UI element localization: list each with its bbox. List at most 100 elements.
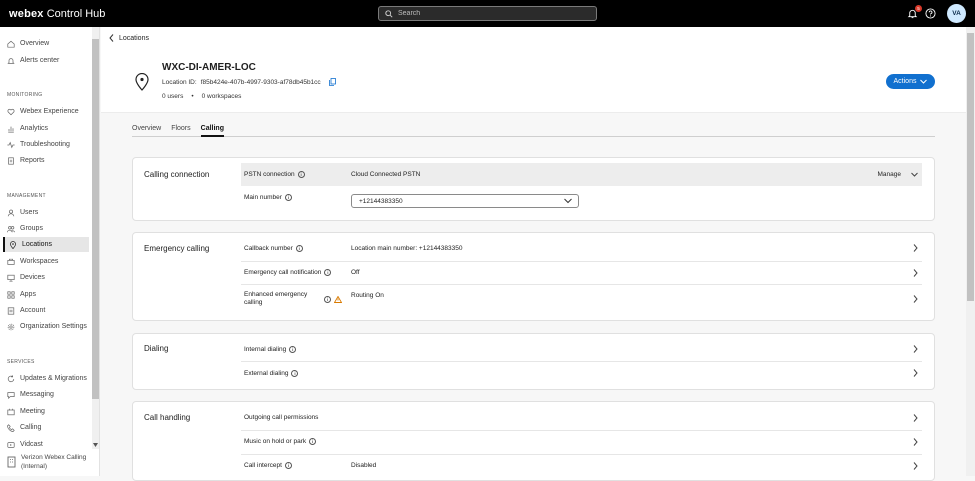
chevron-left-icon	[109, 34, 114, 42]
location-counts: 0 users • 0 workspaces	[162, 93, 241, 100]
sidebar-item-organization-settings[interactable]: Organization Settings	[3, 319, 89, 334]
info-icon[interactable]: i	[324, 295, 331, 303]
breadcrumb-locations[interactable]: Locations	[119, 35, 149, 42]
chevron-down-icon[interactable]	[911, 172, 918, 177]
tab-floors[interactable]: Floors	[171, 125, 190, 137]
sidebar-item-calling[interactable]: Calling	[3, 420, 89, 435]
sidebar-item-workspaces[interactable]: Workspaces	[3, 254, 89, 269]
notification-badge: 5	[915, 5, 922, 12]
callback-number-row[interactable]: Callback number i Location main number: +…	[241, 237, 922, 259]
pstn-connection-row[interactable]: PSTN connection i Cloud Connected PSTN Ma…	[241, 163, 922, 186]
info-icon[interactable]: i	[284, 193, 292, 201]
home-icon	[7, 40, 15, 48]
sidebar-scrollbar[interactable]	[92, 27, 99, 449]
report-icon	[8, 156, 14, 165]
main-number-select[interactable]: +12144383350	[351, 194, 579, 208]
info-icon[interactable]: i	[291, 369, 299, 377]
info-icon[interactable]: i	[295, 244, 303, 252]
chevron-down-icon	[920, 79, 928, 84]
sidebar-item-reports[interactable]: Reports	[3, 153, 89, 168]
enhanced-emergency-row[interactable]: Enhanced emergency calling i Routing On	[241, 285, 922, 313]
info-icon[interactable]: i	[284, 462, 292, 469]
callback-value: Location main number: +12144383350	[351, 244, 463, 252]
dialing-card: Dialing Internal dialing i External diali…	[132, 333, 935, 390]
phone-icon	[7, 423, 15, 432]
sidebar-item-vidcast[interactable]: Vidcast	[3, 437, 89, 452]
page-title: WXC-DI-AMER-LOC	[162, 62, 256, 73]
location-header: Locations WXC-DI-AMER-LOC Location ID: f…	[101, 27, 966, 113]
copy-icon[interactable]	[328, 78, 336, 86]
avatar[interactable]: VA	[947, 4, 966, 23]
sidebar-item-meeting[interactable]: Meeting	[3, 404, 89, 419]
chevron-right-icon	[913, 244, 918, 252]
org-footer[interactable]: Verizon Webex Calling (Internal)	[7, 453, 86, 471]
sidebar-item-updates-migrations[interactable]: Updates & Migrations	[3, 371, 89, 386]
sidebar-item-account[interactable]: Account	[3, 303, 89, 318]
chevron-right-icon	[913, 413, 918, 422]
tab-overview[interactable]: Overview	[132, 125, 161, 137]
chevron-right-icon	[913, 268, 918, 277]
manage-link[interactable]: Manage	[878, 171, 902, 178]
warning-icon	[334, 295, 342, 303]
internal-dialing-row[interactable]: Internal dialing i	[241, 337, 922, 361]
building-icon	[7, 456, 16, 468]
info-icon[interactable]: i	[324, 269, 332, 276]
section-title-services: SERVICES	[7, 359, 35, 365]
sidebar-item-apps[interactable]: Apps	[3, 287, 89, 302]
row-label: External dialing	[244, 369, 289, 377]
music-on-hold-row[interactable]: Music on hold or park i	[241, 430, 922, 453]
page-scrollbar[interactable]	[966, 27, 975, 476]
info-icon[interactable]: i	[309, 438, 317, 445]
external-dialing-row[interactable]: External dialing i	[241, 361, 922, 385]
sidebar-item-label: Reports	[20, 157, 45, 164]
sidebar-item-label: Account	[20, 307, 46, 314]
row-label: Internal dialing	[244, 345, 287, 353]
device-icon	[7, 274, 15, 282]
scrollbar-thumb[interactable]	[92, 39, 99, 399]
org-tag: (Internal)	[21, 463, 48, 470]
sidebar-item-label: Troubleshooting	[20, 141, 70, 148]
search-box[interactable]	[378, 6, 597, 21]
scroll-down-arrow-icon[interactable]	[93, 443, 98, 447]
emergency-calling-card: Emergency calling Callback number i Locat…	[132, 232, 935, 321]
workspace-icon	[7, 258, 15, 265]
card-title: Dialing	[144, 344, 169, 353]
chevron-right-icon	[913, 369, 918, 377]
apps-icon	[7, 290, 15, 299]
tab-calling[interactable]: Calling	[200, 125, 224, 137]
scrollbar-thumb[interactable]	[967, 33, 974, 301]
sidebar-item-overview[interactable]: Overview	[3, 36, 89, 51]
sidebar-item-analytics[interactable]: Analytics	[3, 121, 89, 136]
card-title: Calling connection	[144, 170, 210, 179]
sidebar-item-devices[interactable]: Devices	[3, 270, 89, 285]
sidebar-item-label: Overview	[20, 40, 50, 47]
sidebar-item-troubleshooting[interactable]: Troubleshooting	[3, 137, 89, 152]
card-title: Emergency calling	[144, 244, 210, 253]
info-icon[interactable]: i	[297, 171, 305, 178]
main-number-value: +12144383350	[359, 197, 403, 205]
app-logo[interactable]: webex Control Hub	[9, 8, 105, 20]
sidebar-item-alerts-center[interactable]: Alerts center	[3, 53, 89, 68]
group-icon	[7, 225, 15, 232]
call-handling-card: Call handling Outgoing call permissions …	[132, 401, 935, 481]
sidebar-item-users[interactable]: Users	[3, 205, 89, 220]
row-label: Emergency call notification	[244, 269, 322, 276]
sidebar-item-webex-experience[interactable]: Webex Experience	[3, 104, 89, 119]
sidebar-item-label: Vidcast	[20, 441, 43, 448]
emergency-notification-row[interactable]: Emergency call notification i Off	[241, 261, 922, 284]
chevron-right-icon	[913, 461, 918, 470]
row-label: Callback number	[244, 244, 293, 252]
sidebar-item-messaging[interactable]: Messaging	[3, 387, 89, 402]
location-pin-icon	[135, 73, 149, 91]
sidebar-item-groups[interactable]: Groups	[3, 221, 89, 236]
sidebar: Overview Alerts center MONITORING Webex …	[0, 27, 100, 476]
sidebar-item-locations[interactable]: Locations	[3, 237, 89, 252]
search-input[interactable]	[398, 10, 578, 17]
heart-icon	[7, 108, 15, 115]
call-intercept-row[interactable]: Call intercept i Disabled	[241, 454, 922, 477]
outgoing-permissions-row[interactable]: Outgoing call permissions	[241, 406, 922, 429]
info-icon[interactable]: i	[289, 345, 297, 353]
actions-button[interactable]: Actions	[886, 74, 935, 89]
breadcrumb[interactable]: Locations	[109, 34, 149, 42]
help-icon[interactable]	[925, 8, 936, 19]
